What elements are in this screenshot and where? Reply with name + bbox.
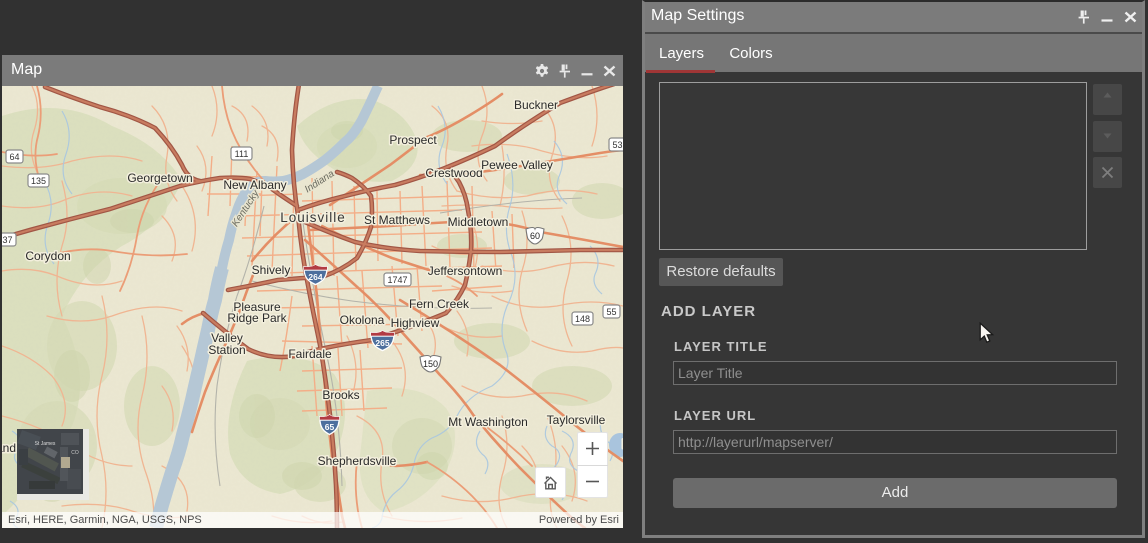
svg-text:337: 337 <box>2 235 13 245</box>
svg-text:Highview: Highview <box>391 316 440 330</box>
svg-text:Fairdale: Fairdale <box>288 347 332 361</box>
svg-text:Georgetown: Georgetown <box>127 171 192 185</box>
svg-text:55: 55 <box>606 307 616 317</box>
svg-text:Buckner: Buckner <box>514 98 558 112</box>
svg-text:Okolona: Okolona <box>340 313 385 327</box>
svg-text:111: 111 <box>235 149 249 159</box>
svg-text:Corydon: Corydon <box>25 249 70 263</box>
svg-text:135: 135 <box>31 176 46 186</box>
svg-text:Jeffersontown: Jeffersontown <box>428 264 503 278</box>
svg-text:Taylorsville: Taylorsville <box>547 413 606 427</box>
svg-text:Brooks: Brooks <box>322 388 359 402</box>
svg-text:St Matthews: St Matthews <box>364 213 430 227</box>
svg-text:265: 265 <box>375 338 389 348</box>
svg-text:Pewee Valley: Pewee Valley <box>481 158 553 172</box>
svg-text:Shively: Shively <box>252 263 291 277</box>
svg-text:and: and <box>2 441 16 455</box>
svg-text:La: La <box>622 437 623 451</box>
svg-text:53: 53 <box>612 140 622 150</box>
svg-text:Middletown: Middletown <box>448 215 509 229</box>
svg-text:Shepherdsville: Shepherdsville <box>318 454 397 468</box>
svg-text:Louisville: Louisville <box>280 210 346 225</box>
svg-text:Fern Creek: Fern Creek <box>409 297 470 311</box>
svg-text:Crestwood: Crestwood <box>425 166 482 180</box>
svg-text:60: 60 <box>530 231 540 241</box>
svg-text:Station: Station <box>208 343 245 357</box>
svg-text:Ridge Park: Ridge Park <box>227 311 287 325</box>
svg-text:Prospect: Prospect <box>389 133 437 147</box>
svg-text:St James: St James <box>35 441 56 447</box>
svg-text:1747: 1747 <box>387 275 407 285</box>
svg-text:148: 148 <box>575 314 590 324</box>
svg-text:Mt Washington: Mt Washington <box>448 415 528 429</box>
svg-text:264: 264 <box>308 272 322 282</box>
svg-text:150: 150 <box>423 359 438 369</box>
svg-text:CO: CO <box>71 450 79 456</box>
svg-text:New Albany: New Albany <box>223 178 286 192</box>
svg-text:64: 64 <box>9 152 19 162</box>
svg-text:65: 65 <box>325 422 335 432</box>
